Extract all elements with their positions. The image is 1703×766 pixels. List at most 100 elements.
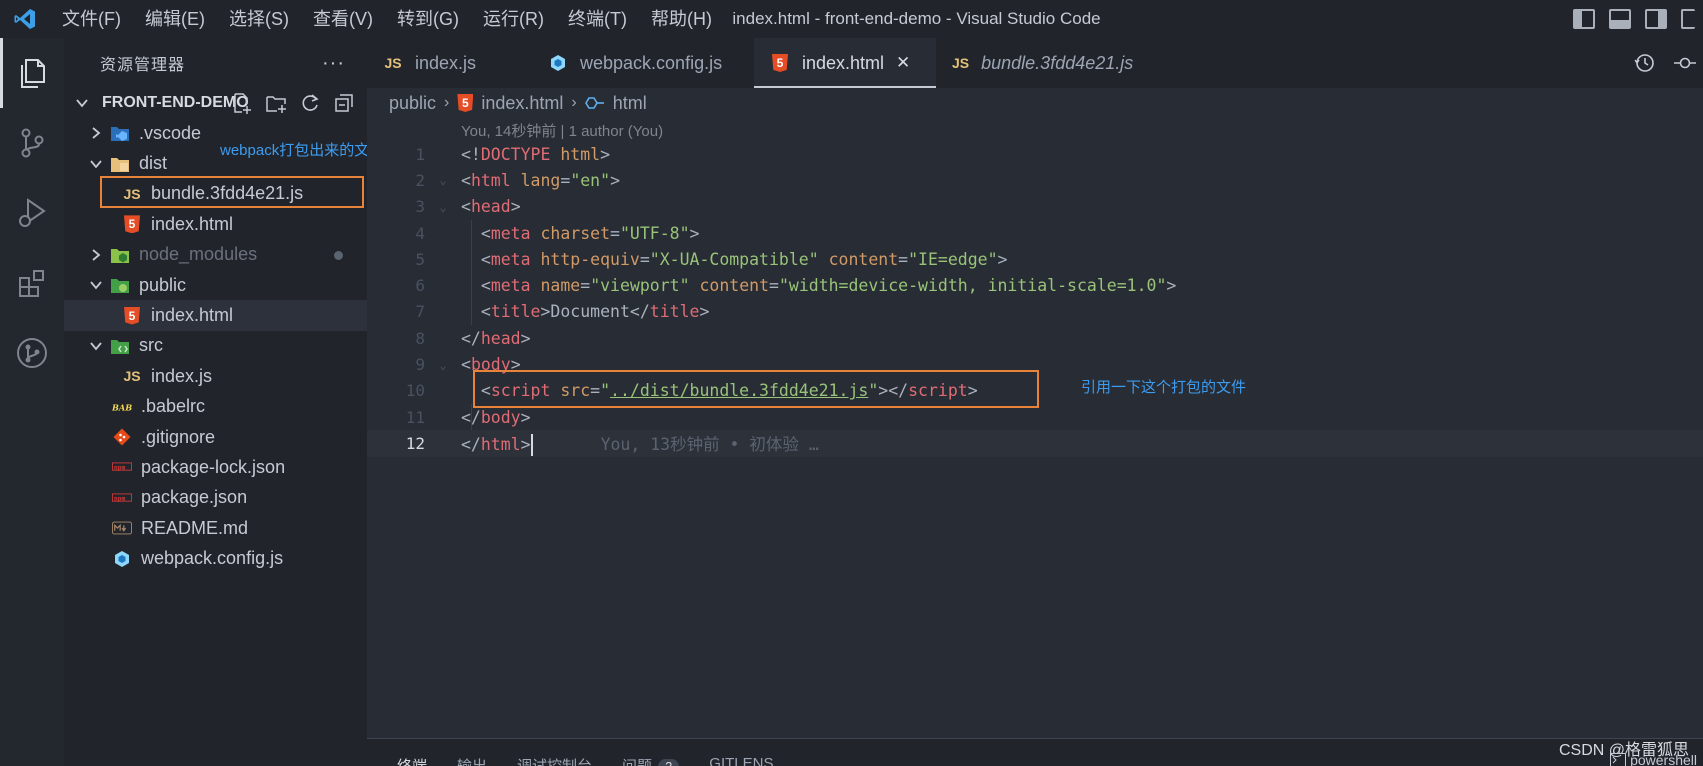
breadcrumb-folder[interactable]: public [389, 93, 436, 114]
menu-item[interactable]: 终端(T) [556, 0, 639, 38]
editor-tab[interactable]: webpack.config.js [532, 38, 754, 88]
code-token: html [480, 434, 521, 454]
symbol-element-icon [584, 97, 604, 109]
bundle-highlight-box [100, 176, 364, 208]
js-file-icon: JS [384, 55, 402, 71]
code-token: head [480, 328, 521, 348]
toggle-primary-sidebar-icon[interactable] [1573, 9, 1595, 29]
tree-item-label: index.html [151, 305, 234, 326]
tree-folder[interactable]: node_modules [64, 240, 367, 270]
code-line: 7 <title>Document</title> [367, 299, 1703, 325]
tree-file[interactable]: JS index.js [64, 361, 367, 391]
code-line: 12 </html> You, 13秒钟前 • 初体验 … [367, 430, 1703, 457]
menu-item[interactable]: 帮助(H) [639, 0, 724, 38]
gitlens-icon[interactable] [0, 318, 64, 388]
compare-changes-icon[interactable] [1673, 51, 1697, 75]
toggle-panel-icon[interactable] [1609, 9, 1631, 29]
tree-item-label: index.js [151, 365, 213, 386]
panel-tab[interactable]: 调试控制台 [517, 739, 592, 766]
refresh-icon[interactable] [299, 92, 321, 114]
fold-chevron-icon[interactable]: ⌄ [425, 200, 461, 214]
code-token: content [828, 249, 899, 269]
customize-layout-icon[interactable] [1681, 9, 1695, 29]
code-token: head [470, 197, 511, 217]
code-line: 4 <meta charset="UTF-8"> [367, 220, 1703, 246]
editor-tab[interactable]: JS bundle.3fdd4e21.js [936, 38, 1146, 88]
tab-label: webpack.config.js [580, 52, 723, 73]
tree-file[interactable]: npm package.json [64, 483, 367, 513]
tree-item-label: dist [139, 153, 168, 174]
editor-tab[interactable]: JS index.js [367, 38, 532, 88]
js-file-icon: JS [952, 55, 970, 71]
tree-file[interactable]: README.md [64, 513, 367, 543]
code-token: "viewport" [590, 276, 690, 296]
fold-chevron-icon[interactable]: ⌄ [425, 358, 461, 372]
fold-chevron-icon[interactable]: ⌄ [425, 173, 461, 187]
panel-tab[interactable]: GITLENS [709, 739, 773, 766]
code-text: </html> You, 13秒钟前 • 初体验 … [461, 431, 819, 457]
menu-item[interactable]: 转到(G) [385, 0, 471, 38]
panel-tab[interactable]: 终端 [397, 739, 427, 766]
new-folder-icon[interactable] [265, 92, 287, 114]
menu-item[interactable]: 选择(S) [217, 0, 301, 38]
terminal-powershell[interactable]: powershell [1610, 752, 1697, 766]
menu-item[interactable]: 文件(F) [50, 0, 133, 38]
toggle-secondary-sidebar-icon[interactable] [1645, 9, 1667, 29]
code-token: html [470, 170, 511, 190]
menu-item[interactable]: 查看(V) [301, 0, 385, 38]
code-token: > [520, 434, 531, 454]
menu-item[interactable]: 运行(R) [471, 0, 556, 38]
project-root[interactable]: FRONT-END-DEMO [64, 88, 367, 118]
tree-file[interactable]: webpack.config.js [64, 543, 367, 573]
code-text: <title>Document</title> [461, 302, 710, 322]
editor-tabs: JS index.js webpack.config.js 5 index.html ✕ J… [367, 38, 1703, 88]
tree-folder[interactable]: src [64, 331, 367, 361]
extensions-icon[interactable] [0, 248, 64, 318]
code-token: < [480, 223, 491, 243]
code-token: < [461, 197, 471, 217]
breadcrumb-file[interactable]: index.html [481, 93, 563, 114]
close-icon[interactable]: ✕ [896, 53, 910, 73]
explorer-icon[interactable] [0, 38, 64, 108]
code-token: = [610, 223, 620, 243]
bottom-panel: 终端 输出 调试控制台 问题 2 GITLENS [367, 738, 1703, 766]
editor-tab[interactable]: 5 index.html ✕ [754, 38, 936, 88]
tree-file[interactable]: BABEL .babelrc [64, 392, 367, 422]
timeline-icon[interactable] [1633, 51, 1657, 75]
run-debug-icon[interactable] [0, 178, 64, 248]
tree-folder[interactable]: public [64, 270, 367, 300]
code-text: </head> [461, 329, 531, 348]
code-token: meta [490, 223, 531, 243]
webpack-file-icon [548, 53, 568, 73]
git-blame-header[interactable]: You, 14秒钟前 | 1 author (You) [461, 120, 663, 141]
code-text: <meta http-equiv="X-UA-Compatible" conte… [461, 249, 1008, 269]
code-token: < [461, 170, 471, 190]
html-file-icon: 5 [122, 214, 142, 234]
code-token: "X-UA-Compatible" [649, 249, 819, 269]
menu-item[interactable]: 编辑(E) [133, 0, 217, 38]
tree-file[interactable]: 5 index.html [64, 209, 367, 239]
code-text: <html lang="en"> [461, 171, 620, 190]
more-actions-icon[interactable]: ··· [322, 52, 345, 75]
tree-file[interactable]: npm package-lock.json [64, 452, 367, 482]
tree-file[interactable]: 5 index.html [64, 300, 367, 331]
layout-controls [1573, 0, 1703, 38]
code-token: = [898, 249, 909, 269]
code-token: title [490, 302, 541, 322]
panel-tab[interactable]: 问题 2 [622, 739, 680, 766]
code-token: > [520, 328, 531, 348]
html-file-icon: 5 [122, 306, 142, 326]
code-editor[interactable]: 1 <!DOCTYPE html> 2 ⌄ <html lang="en"> 3 ⌄ <hea… [367, 141, 1703, 457]
source-control-icon[interactable] [0, 108, 64, 178]
breadcrumb-symbol[interactable]: html [613, 93, 647, 114]
tree-file[interactable]: .gitignore [64, 422, 367, 452]
new-file-icon[interactable] [231, 92, 253, 114]
collapse-all-icon[interactable] [333, 92, 355, 114]
panel-tab[interactable]: 输出 [457, 739, 487, 766]
code-token: = [639, 249, 650, 269]
tree-item-label: package-lock.json [141, 456, 286, 477]
code-line: 5 <meta http-equiv="X-UA-Compatible" con… [367, 246, 1703, 272]
tree-item-label: src [139, 335, 163, 356]
